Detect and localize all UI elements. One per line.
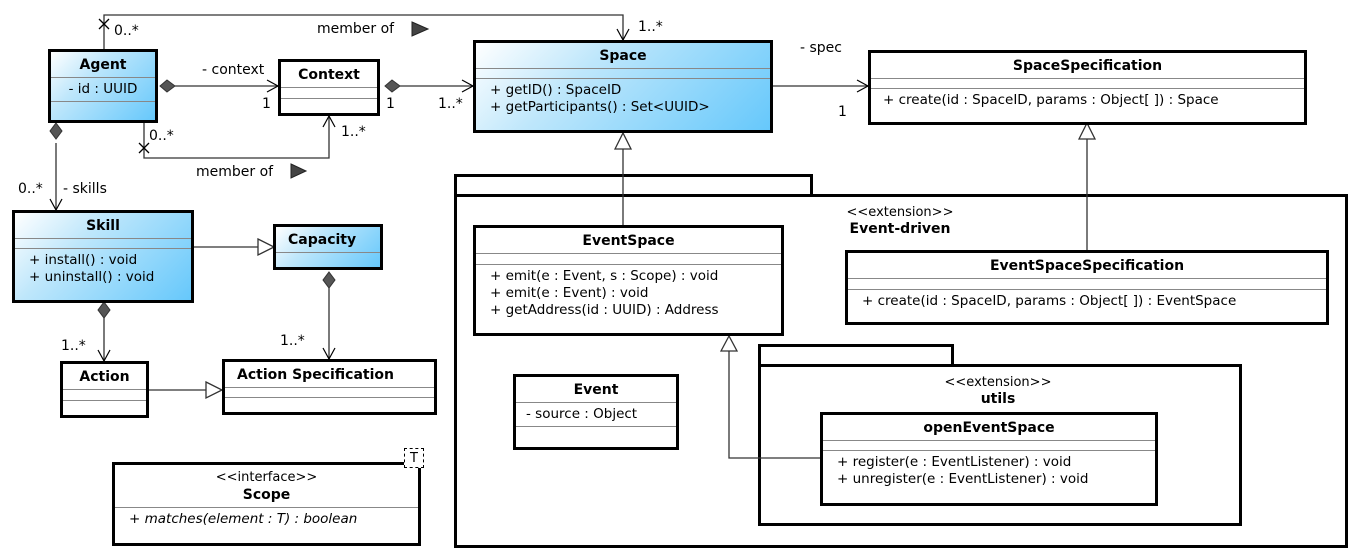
- class-event-space-attributes: [476, 253, 781, 264]
- mult-agent-space-space: 1..*: [638, 19, 663, 35]
- mult-agent-skill: 0..*: [18, 181, 43, 197]
- class-space[interactable]: Space + getID() : SpaceID + getParticipa…: [473, 40, 773, 133]
- class-event-space-specification-operations: + create(id : SpaceID, params : Object[ …: [848, 289, 1326, 313]
- operation: + getAddress(id : UUID) : Address: [490, 302, 719, 318]
- member-of-direction-icon-top: [411, 21, 430, 37]
- class-open-event-space-attributes: [823, 440, 1155, 450]
- composition-diamond-skill-action: [97, 301, 111, 319]
- class-capacity-name: Capacity: [288, 232, 357, 248]
- class-space-specification[interactable]: SpaceSpecification + create(id : SpaceID…: [868, 50, 1307, 125]
- class-agent-name: Agent: [79, 57, 127, 73]
- class-action-specification-operations: [225, 397, 434, 405]
- class-event-space-specification-name: EventSpaceSpecification: [989, 258, 1185, 274]
- interface-scope[interactable]: <<interface>> Scope + matches(element : …: [112, 462, 421, 546]
- class-action-specification-attributes: [225, 387, 434, 397]
- gen-arrowhead-spacespec: [1077, 121, 1097, 140]
- role-context: - context: [202, 62, 265, 78]
- class-context[interactable]: Context: [278, 59, 380, 116]
- mult-skill-action: 1..*: [61, 338, 86, 354]
- class-event[interactable]: Event - source : Object: [513, 374, 679, 450]
- mult-member-context: 1..*: [341, 124, 366, 140]
- mult-space-spec: 1: [838, 104, 847, 120]
- operation: + create(id : SpaceID, params : Object[ …: [862, 293, 1237, 309]
- class-event-space-operations: + emit(e : Event, s : Scope) : void + em…: [476, 264, 781, 322]
- member-of-label-top: member of: [317, 21, 395, 37]
- operation: + uninstall() : void: [29, 269, 155, 285]
- mult-agent-space-agent: 0..*: [114, 23, 139, 39]
- class-space-name: Space: [599, 48, 647, 64]
- class-agent[interactable]: Agent - id : UUID: [48, 49, 158, 123]
- operation: + emit(e : Event) : void: [490, 285, 649, 301]
- composition-diamond-context-space: [384, 79, 401, 93]
- gen-arrowhead-actionspec: [205, 380, 224, 400]
- class-context-operations: [281, 98, 377, 106]
- operation: + install() : void: [29, 252, 138, 268]
- class-skill[interactable]: Skill + install() : void + uninstall() :…: [12, 210, 194, 303]
- class-space-specification-attributes: [871, 78, 1304, 88]
- class-event-space-specification-attributes: [848, 278, 1326, 289]
- class-agent-operations: [51, 101, 155, 109]
- class-action-attributes: [63, 389, 146, 400]
- class-space-specification-operations: + create(id : SpaceID, params : Object[ …: [871, 88, 1304, 112]
- interface-scope-stereotype: <<interface>>: [215, 470, 318, 485]
- class-space-attributes: [476, 68, 770, 78]
- class-skill-attributes: [15, 238, 191, 248]
- class-action-operations: [63, 400, 146, 408]
- class-action[interactable]: Action: [60, 361, 149, 418]
- member-of-direction-icon-bottom: [290, 163, 308, 179]
- member-of-label-bottom: member of: [196, 164, 274, 180]
- class-skill-name: Skill: [86, 218, 120, 234]
- operation: + matches(element : T) : boolean: [129, 511, 358, 527]
- attribute: - source : Object: [526, 406, 638, 422]
- class-context-name: Context: [298, 67, 360, 83]
- composition-diamond-capacity-actionspec: [322, 271, 336, 289]
- mult-capacity-actionspec: 1..*: [280, 333, 305, 349]
- class-open-event-space-name: openEventSpace: [923, 420, 1055, 436]
- operation: + register(e : EventListener) : void: [837, 454, 1072, 470]
- mult-context-space-space: 1..*: [438, 96, 463, 112]
- gen-arrowhead-space: [613, 131, 633, 150]
- role-skills: - skills: [63, 181, 107, 197]
- operation: + getParticipants() : Set<UUID>: [490, 99, 710, 115]
- class-capacity[interactable]: Capacity: [273, 224, 383, 270]
- operation: + unregister(e : EventListener) : void: [837, 471, 1089, 487]
- class-open-event-space-operations: + register(e : EventListener) : void + u…: [823, 450, 1155, 491]
- mult-context-space-context: 1: [386, 96, 395, 112]
- class-space-specification-name: SpaceSpecification: [1012, 58, 1163, 74]
- class-space-operations: + getID() : SpaceID + getParticipants() …: [476, 78, 770, 119]
- attribute: - id : UUID: [68, 81, 138, 97]
- interface-scope-name: Scope: [242, 487, 291, 503]
- class-open-event-space[interactable]: openEventSpace + register(e : EventListe…: [820, 412, 1158, 506]
- template-parameter-t: T: [404, 448, 424, 468]
- operation: + getID() : SpaceID: [490, 82, 622, 98]
- interface-scope-operations: + matches(element : T) : boolean: [115, 507, 418, 531]
- composition-diamond-agent-context: [159, 79, 176, 93]
- class-action-specification-name: Action Specification: [237, 367, 394, 383]
- class-event-name: Event: [573, 382, 619, 398]
- class-event-space-name: EventSpace: [582, 233, 675, 249]
- composition-diamond-agent-skill: [49, 122, 63, 140]
- operation: + emit(e : Event, s : Scope) : void: [490, 268, 719, 284]
- class-event-operations: [516, 426, 676, 434]
- class-skill-operations: + install() : void + uninstall() : void: [15, 248, 191, 289]
- class-action-specification[interactable]: Action Specification: [222, 359, 437, 415]
- class-event-space[interactable]: EventSpace + emit(e : Event, s : Scope) …: [473, 225, 784, 336]
- class-event-space-specification[interactable]: EventSpaceSpecification + create(id : Sp…: [845, 250, 1329, 325]
- gen-arrowhead-eventspace: [719, 334, 739, 352]
- class-event-attributes: - source : Object: [516, 402, 676, 426]
- class-context-attributes: [281, 87, 377, 98]
- operation: + create(id : SpaceID, params : Object[ …: [883, 92, 1219, 108]
- mult-member-agent: 0..*: [149, 128, 174, 144]
- class-capacity-attributes: [276, 252, 380, 260]
- gen-openeventspace-eventspace: [728, 351, 822, 459]
- gen-arrowhead-capacity: [257, 237, 276, 257]
- class-action-name: Action: [79, 369, 130, 385]
- role-spec: - spec: [800, 40, 842, 56]
- mult-agent-context: 1: [262, 96, 271, 112]
- class-agent-attributes: - id : UUID: [51, 77, 155, 101]
